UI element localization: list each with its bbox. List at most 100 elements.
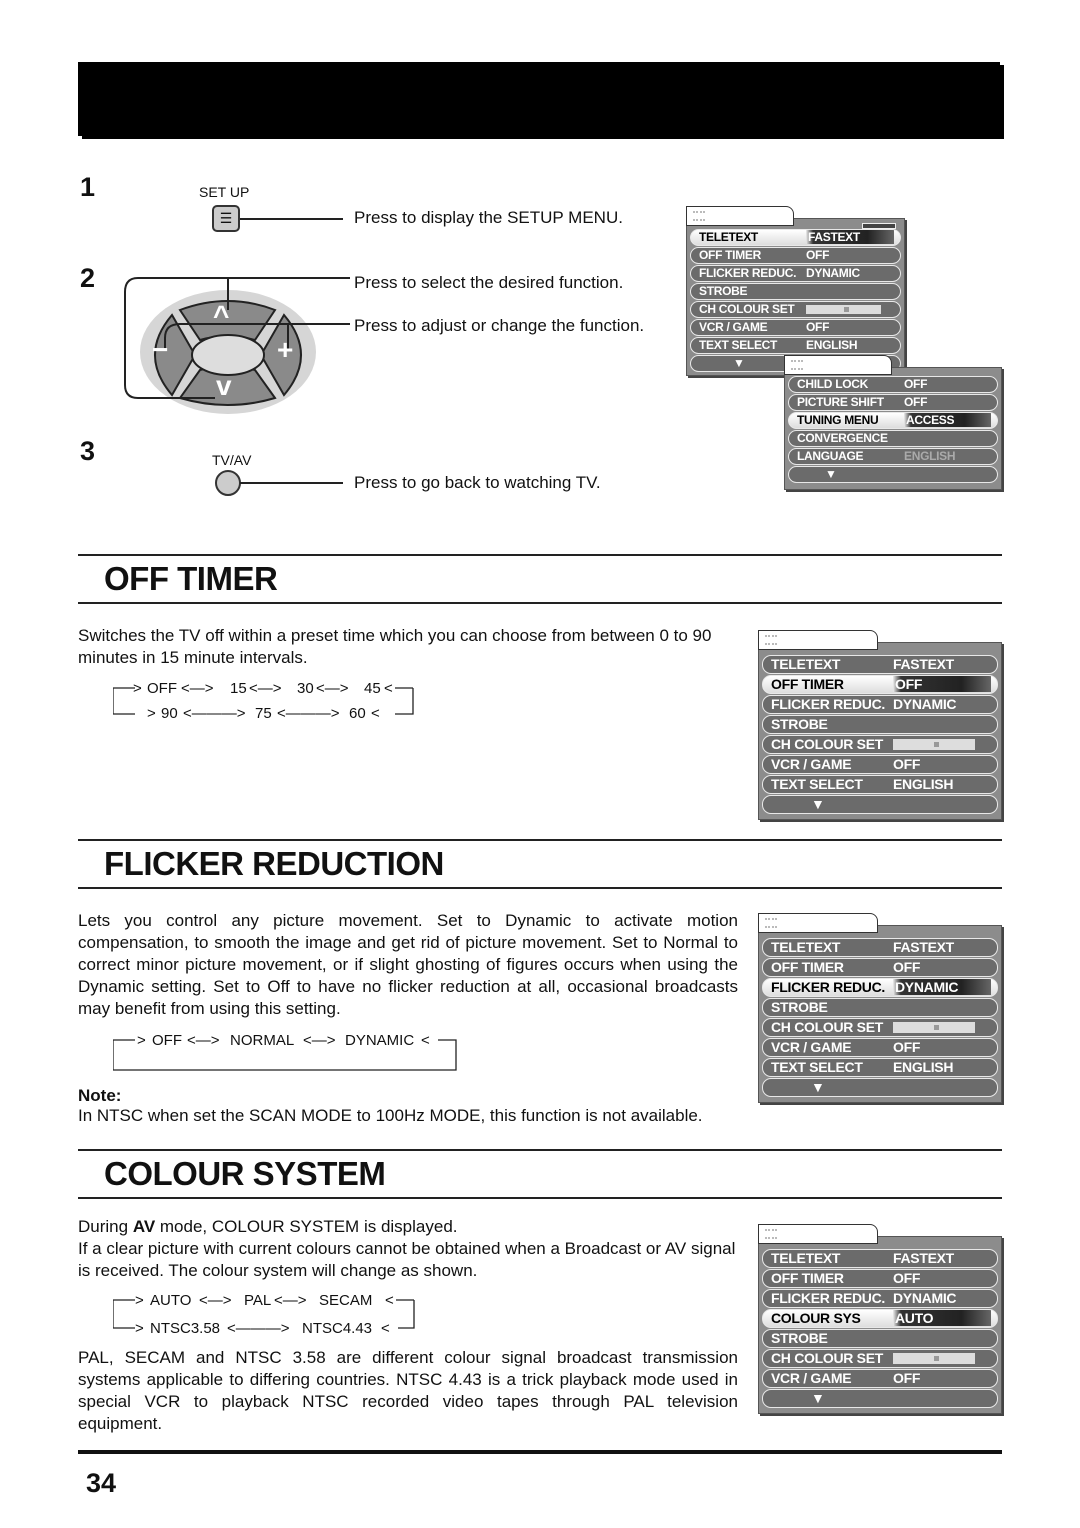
text: During (78, 1217, 133, 1236)
menu-row[interactable]: CH COLOUR SET (762, 735, 998, 754)
menu-row-label: COLOUR SYS (771, 1310, 861, 1326)
menu-row[interactable]: STROBE (762, 715, 998, 734)
menu-row[interactable]: CH COLOUR SET (762, 1349, 998, 1368)
menu-row-value: DYNAMIC (893, 1290, 957, 1306)
scroll-down-icon[interactable]: ▼ (811, 796, 825, 812)
setup-button[interactable]: ☰ (212, 205, 240, 232)
menu-row[interactable]: TEXT SELECT ENGLISH (762, 1058, 998, 1077)
menu-row[interactable]: STROBE (762, 998, 998, 1017)
menu-row-label: TELETEXT (699, 230, 758, 244)
menu-row[interactable]: STROBE (690, 283, 901, 300)
menu-row[interactable]: TELETEXT FASTEXT (690, 229, 901, 246)
cycle-step: 30 (297, 680, 314, 697)
colour-slider[interactable] (806, 305, 881, 314)
menu-row[interactable]: VCR / GAME OFF (690, 319, 901, 336)
menu-row[interactable]: ▼ (762, 1389, 998, 1408)
section-rule (78, 602, 1002, 604)
step3-instruction: Press to go back to watching TV. (354, 473, 601, 492)
menu-row[interactable]: TELETEXT FASTEXT (762, 938, 998, 957)
menu-row[interactable]: OFF TIMER OFF (762, 675, 998, 694)
menu-icon (765, 1229, 777, 1239)
tvav-button-label: TV/AV (212, 452, 252, 468)
flicker-description: Lets you control any picture movement. S… (78, 911, 738, 1018)
header-bar (78, 62, 1000, 136)
center-key[interactable] (191, 334, 265, 376)
menu-row[interactable]: OFF TIMER OFF (762, 958, 998, 977)
menu-row[interactable]: OFF TIMER OFF (762, 1269, 998, 1288)
tvav-button[interactable] (215, 470, 241, 496)
menu-row-label: STROBE (771, 716, 828, 732)
menu-row-value: OFF (893, 1039, 921, 1055)
section-title-flicker-reduction: FLICKER REDUCTION (104, 845, 444, 882)
menu-row[interactable]: VCR / GAME OFF (762, 1038, 998, 1057)
menu-row-value: ENGLISH (893, 1059, 954, 1075)
menu-row-label: TEXT SELECT (771, 776, 863, 792)
menu-panel: TELETEXT FASTEXT OFF TIMER OFF FLICKER REDUC… (686, 218, 905, 376)
menu-tab (758, 1224, 878, 1244)
menu-row-label: STROBE (771, 999, 828, 1015)
cycle-step: 75 (255, 705, 272, 722)
menu-icon (765, 635, 777, 645)
menu-row[interactable]: CH COLOUR SET (690, 301, 901, 318)
menu-row-value: OFF (806, 248, 830, 262)
menu-row[interactable]: ▼ (788, 466, 998, 483)
cycle-step: OFF (147, 680, 177, 697)
menu-row[interactable]: CHILD LOCK OFF (788, 376, 998, 393)
menu-row[interactable]: LANGUAGE ENGLISH (788, 448, 998, 465)
footer-rule (78, 1450, 1002, 1454)
menu-row[interactable]: TELETEXT FASTEXT (762, 1249, 998, 1268)
scroll-down-icon[interactable]: ▼ (733, 356, 745, 370)
menu-row[interactable]: ▼ (762, 1078, 998, 1097)
step2-instruction-adjust: Press to adjust or change the function. (354, 316, 645, 335)
menu-row[interactable]: PICTURE SHIFT OFF (788, 394, 998, 411)
colour-slider[interactable] (893, 739, 975, 750)
minus-icon: − (152, 334, 169, 365)
menu-row-label: CH COLOUR SET (771, 1019, 883, 1035)
menu-row[interactable]: COLOUR SYS AUTO (762, 1309, 998, 1328)
section-rule (78, 1197, 1002, 1199)
menu-row[interactable]: FLICKER REDUC. DYNAMIC (762, 695, 998, 714)
leader-line (240, 482, 343, 484)
menu-row[interactable]: CH COLOUR SET (762, 1018, 998, 1037)
menu-row[interactable]: TELETEXT FASTEXT (762, 655, 998, 674)
menu-icon (765, 918, 777, 928)
menu-row[interactable]: FLICKER REDUC. DYNAMIC (762, 978, 998, 997)
menu-panel: TELETEXT FASTEXT OFF TIMER OFF FLICKER REDUC… (758, 925, 1002, 1103)
colour-slider[interactable] (893, 1353, 975, 1364)
menu-icon: ☰ (219, 210, 233, 226)
menu-row-label: CH COLOUR SET (699, 302, 795, 316)
cycle-step: SECAM (319, 1292, 373, 1309)
menu-row-value: DYNAMIC (806, 266, 860, 280)
menu-row-value: OFF (904, 377, 928, 391)
menu-row-label: VCR / GAME (771, 1039, 852, 1055)
menu-row-value: OFF (893, 676, 991, 692)
menu-row[interactable]: OFF TIMER OFF (690, 247, 901, 264)
setup-menu-osd: TELETEXT FASTEXT OFF TIMER OFF FLICKER REDUC… (686, 206, 905, 376)
colour-explanation: PAL, SECAM and NTSC 3.58 are different c… (78, 1348, 738, 1433)
cycle-step: NTSC4.43 (302, 1320, 373, 1337)
menu-row-label: STROBE (771, 1330, 828, 1346)
menu-row[interactable]: VCR / GAME OFF (762, 1369, 998, 1388)
menu-row-label: CONVERGENCE (797, 431, 888, 445)
menu-row-label: PICTURE SHIFT (797, 395, 884, 409)
menu-row[interactable]: TUNING MENU ACCESS (788, 412, 998, 429)
menu-row[interactable]: TEXT SELECT ENGLISH (690, 337, 901, 354)
menu-row[interactable]: ▼ (762, 795, 998, 814)
menu-row-value: ACCESS (904, 413, 991, 427)
menu-row[interactable]: TEXT SELECT ENGLISH (762, 775, 998, 794)
menu-row-value: OFF (806, 320, 830, 334)
colour-slider[interactable] (893, 1022, 975, 1033)
scroll-down-icon[interactable]: ▼ (811, 1390, 825, 1406)
section-title-colour-system: COLOUR SYSTEM (104, 1155, 386, 1192)
menu-icon (693, 211, 705, 221)
section-rule (78, 1149, 1002, 1151)
menu-row[interactable]: VCR / GAME OFF (762, 755, 998, 774)
menu-row-label: OFF TIMER (771, 959, 844, 975)
menu-row-value: FASTEXT (893, 1250, 954, 1266)
menu-row[interactable]: STROBE (762, 1329, 998, 1348)
scroll-down-icon[interactable]: ▼ (811, 1079, 825, 1095)
menu-row[interactable]: CONVERGENCE (788, 430, 998, 447)
scroll-down-icon[interactable]: ▼ (825, 467, 837, 481)
menu-row[interactable]: FLICKER REDUC. DYNAMIC (690, 265, 901, 282)
menu-row[interactable]: FLICKER REDUC. DYNAMIC (762, 1289, 998, 1308)
